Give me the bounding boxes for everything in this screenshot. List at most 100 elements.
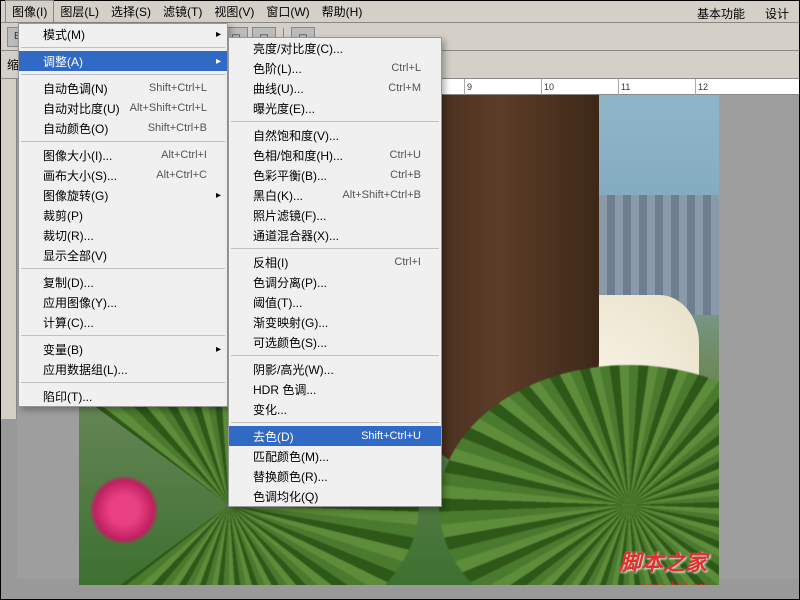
menu-item-label: 应用图像(Y)... xyxy=(43,294,117,311)
menu-item-label: 可选颜色(S)... xyxy=(253,334,327,351)
menu-shortcut: Ctrl+B xyxy=(390,169,421,181)
menu-item[interactable]: 照片滤镜(F)... xyxy=(229,205,441,225)
menu-item[interactable]: 裁切(R)... xyxy=(19,225,227,245)
adjustments-submenu: 亮度/对比度(C)... 色阶(L)... Ctrl+L 曲线(U)... Ctrl+M… xyxy=(228,37,442,507)
menu-item-label: HDR 色调... xyxy=(253,381,316,398)
menu-item-label: 图像大小(I)... xyxy=(43,147,112,164)
workspace-tab-design[interactable]: 设计 xyxy=(759,3,795,24)
menu-separator xyxy=(231,355,439,356)
menubar-item[interactable]: 选择(S) xyxy=(105,1,157,22)
menu-item-label: 渐变映射(G)... xyxy=(253,314,328,331)
menu-item-label: 亮度/对比度(C)... xyxy=(253,40,343,57)
menu-item-label: 应用数据组(L)... xyxy=(43,361,128,378)
menu-item[interactable]: 色调均化(Q) xyxy=(229,486,441,506)
workspace-tab-basic[interactable]: 基本功能 xyxy=(691,3,751,24)
menu-item[interactable]: 渐变映射(G)... xyxy=(229,312,441,332)
menu-item[interactable]: 自动色调(N)Shift+Ctrl+L xyxy=(19,78,227,98)
menu-item-label: 复制(D)... xyxy=(43,274,94,291)
menu-item-label: 自动对比度(U) xyxy=(43,100,120,117)
menu-item[interactable]: 图像大小(I)... Alt+Ctrl+I xyxy=(19,145,227,165)
menu-shortcut: Alt+Ctrl+C xyxy=(156,169,207,181)
menu-item[interactable]: 曝光度(E)... xyxy=(229,98,441,118)
menu-separator xyxy=(231,121,439,122)
menu-shortcut: Alt+Shift+Ctrl+B xyxy=(342,189,421,201)
menu-item-label: 画布大小(S)... xyxy=(43,167,117,184)
menu-item-label: 色调分离(P)... xyxy=(253,274,327,291)
watermark-text: 脚本之家 xyxy=(619,545,707,577)
menu-item[interactable]: 替换颜色(R)... xyxy=(229,466,441,486)
menu-item-label: 自然饱和度(V)... xyxy=(253,127,339,144)
menu-shortcut: Ctrl+M xyxy=(388,82,421,94)
menu-item[interactable]: 亮度/对比度(C)... xyxy=(229,38,441,58)
menu-item[interactable]: 变量(B) xyxy=(19,339,227,359)
menubar-item[interactable]: 帮助(H) xyxy=(316,1,369,22)
ruler-tick: 9 xyxy=(464,79,541,95)
menu-separator xyxy=(21,335,225,336)
menu-item-label: 黑白(K)... xyxy=(253,187,303,204)
menu-item-label: 曲线(U)... xyxy=(253,80,304,97)
menu-item[interactable]: 色阶(L)... Ctrl+L xyxy=(229,58,441,78)
menu-item-label: 色彩平衡(B)... xyxy=(253,167,327,184)
menu-item[interactable]: 复制(D)... xyxy=(19,272,227,292)
toolbox[interactable] xyxy=(1,79,17,419)
menu-item[interactable]: 反相(I)Ctrl+I xyxy=(229,252,441,272)
menu-item[interactable]: 匹配颜色(M)... xyxy=(229,446,441,466)
menu-item[interactable]: 画布大小(S)... Alt+Ctrl+C xyxy=(19,165,227,185)
menu-item-label: 裁切(R)... xyxy=(43,227,94,244)
menu-item[interactable]: 自动对比度(U)Alt+Shift+Ctrl+L xyxy=(19,98,227,118)
ruler-tick: 11 xyxy=(618,79,695,95)
menu-item-label: 显示全部(V) xyxy=(43,247,107,264)
menu-item[interactable]: 阈值(T)... xyxy=(229,292,441,312)
menu-item-label: 变量(B) xyxy=(43,341,83,358)
menu-item[interactable]: 色彩平衡(B)... Ctrl+B xyxy=(229,165,441,185)
menu-item[interactable]: 裁剪(P) xyxy=(19,205,227,225)
menu-item-label: 色阶(L)... xyxy=(253,60,302,77)
menu-item[interactable]: 通道混合器(X)... xyxy=(229,225,441,245)
menu-shortcut: Alt+Ctrl+I xyxy=(161,149,207,161)
menu-item[interactable]: 阴影/高光(W)... xyxy=(229,359,441,379)
menubar-item[interactable]: 视图(V) xyxy=(208,1,260,22)
menu-item[interactable]: 应用数据组(L)... xyxy=(19,359,227,379)
menu-item[interactable]: 显示全部(V) xyxy=(19,245,227,265)
menubar-item[interactable]: 图像(I) xyxy=(5,0,54,23)
ruler-tick: 10 xyxy=(541,79,618,95)
menu-item[interactable]: HDR 色调... xyxy=(229,379,441,399)
menu-item-label: 曝光度(E)... xyxy=(253,100,315,117)
menubar-item[interactable]: 图层(L) xyxy=(54,1,105,22)
menubar-item[interactable]: 窗口(W) xyxy=(260,1,315,22)
menu-separator xyxy=(231,422,439,423)
menu-item-label: 去色(D) xyxy=(253,428,294,445)
menu-item-label: 图像旋转(G) xyxy=(43,187,108,204)
menu-item[interactable]: 计算(C)... xyxy=(19,312,227,332)
menu-item[interactable]: 去色(D) Shift+Ctrl+U xyxy=(229,426,441,446)
menu-item[interactable]: 陷印(T)... xyxy=(19,386,227,406)
menu-separator xyxy=(21,268,225,269)
menubar-item[interactable]: 滤镜(T) xyxy=(157,1,208,22)
workspace-tabs: 基本功能 设计 xyxy=(691,3,795,24)
menu-item[interactable]: 黑白(K)... Alt+Shift+Ctrl+B xyxy=(229,185,441,205)
menu-item[interactable]: 模式(M) xyxy=(19,24,227,44)
image-menu: 模式(M)调整(A)自动色调(N)Shift+Ctrl+L自动对比度(U)Alt… xyxy=(18,23,228,407)
menu-item[interactable]: 自然饱和度(V)... xyxy=(229,125,441,145)
menu-shortcut: Shift+Ctrl+B xyxy=(148,122,207,134)
menu-item[interactable]: 变化... xyxy=(229,399,441,419)
menu-item[interactable]: 色相/饱和度(H)...Ctrl+U xyxy=(229,145,441,165)
menu-item-label: 阈值(T)... xyxy=(253,294,302,311)
menu-item-label: 色调均化(Q) xyxy=(253,488,318,505)
menu-item-label: 裁剪(P) xyxy=(43,207,83,224)
menu-item[interactable]: 可选颜色(S)... xyxy=(229,332,441,352)
menu-item[interactable]: 自动颜色(O)Shift+Ctrl+B xyxy=(19,118,227,138)
menu-item[interactable]: 曲线(U)... Ctrl+M xyxy=(229,78,441,98)
menu-item[interactable]: 调整(A) xyxy=(19,51,227,71)
menu-separator xyxy=(21,382,225,383)
menu-item-label: 调整(A) xyxy=(43,53,83,70)
menu-item[interactable]: 应用图像(Y)... xyxy=(19,292,227,312)
watermark-url: www.jb51.net xyxy=(642,581,707,585)
menu-item[interactable]: 图像旋转(G) xyxy=(19,185,227,205)
menu-shortcut: Ctrl+L xyxy=(391,62,421,74)
menu-item[interactable]: 色调分离(P)... xyxy=(229,272,441,292)
menu-item-label: 陷印(T)... xyxy=(43,388,92,405)
menu-shortcut: Shift+Ctrl+U xyxy=(361,430,421,442)
menu-item-label: 计算(C)... xyxy=(43,314,94,331)
menu-item-label: 变化... xyxy=(253,401,287,418)
